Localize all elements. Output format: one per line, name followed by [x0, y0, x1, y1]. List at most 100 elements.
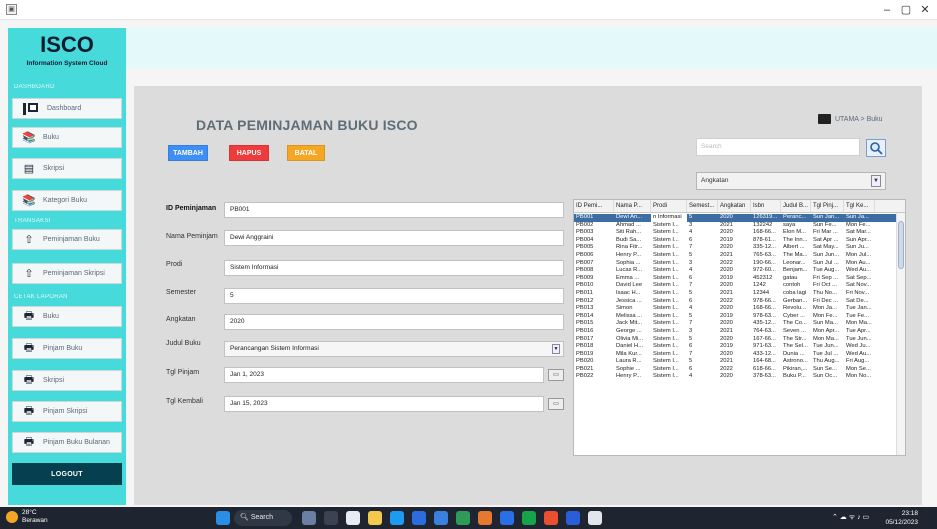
table-cell: Sistem I...: [653, 312, 679, 319]
table-row[interactable]: PB017 Olivia Mi... Sistem I... 5 2020 167-66.…: [574, 336, 898, 344]
table-row[interactable]: PB001 Dewi An... n Informasi 5 2020 126319...…: [574, 214, 898, 222]
table-row[interactable]: PB015 Jack Mit... Sistem I... 7 2020 435-12..…: [574, 320, 898, 328]
spotify-icon[interactable]: [522, 511, 536, 525]
batal-button[interactable]: BATAL: [287, 145, 325, 161]
maximize-button[interactable]: ▢: [899, 3, 913, 17]
word-icon[interactable]: [566, 511, 580, 525]
table-cell: PB019: [576, 350, 594, 357]
table-row[interactable]: PB014 Melissa ... Sistem I... 5 2019 978-63..…: [574, 313, 898, 321]
angkatan-field[interactable]: 2020: [224, 314, 564, 330]
minimize-button[interactable]: –: [880, 3, 894, 17]
table-cell: PB001: [576, 214, 594, 220]
table-row[interactable]: PB010 David Lee Sistem I... 7 2020 1242 contoh…: [574, 282, 898, 290]
table-row[interactable]: PB020 Laura R... Sistem I... 5 2021 164-68...…: [574, 358, 898, 366]
table-scrollbar[interactable]: [896, 213, 905, 455]
sidebar-item-cetak-pinjam-buku-bulanan[interactable]: 🖶 Pinjam Buku Bulanan: [12, 432, 122, 453]
store-icon[interactable]: [412, 511, 426, 525]
table-column-header[interactable]: Judul B...: [781, 200, 811, 212]
hapus-button[interactable]: HAPUS: [229, 145, 269, 161]
sidebar-item-kategori-buku[interactable]: 📚 Kategori Buku: [12, 190, 122, 211]
sidebar-item-dashboard[interactable]: Dashboard: [12, 98, 122, 119]
file-explorer-icon[interactable]: [368, 511, 382, 525]
taskbar-search-label: Search: [250, 514, 274, 521]
table-cell: 2022: [720, 365, 733, 372]
sidebar-item-peminjaman-buku[interactable]: ⇧ Peminjaman Buku: [12, 229, 122, 250]
table-row[interactable]: PB013 Simon Sistem I... 4 2020 168-66... Revol…: [574, 305, 898, 313]
close-button[interactable]: ✕: [918, 3, 932, 17]
table-row[interactable]: PB021 Sophie ... Sistem I... 6 2022 618-66...…: [574, 366, 898, 374]
table-row[interactable]: PB008 Lucas R... Sistem I... 4 2020 972-60...…: [574, 267, 898, 275]
table-row[interactable]: PB005 Rina Fitr... Sistem I... 7 2020 335-12.…: [574, 244, 898, 252]
sidebar-item-cetak-buku[interactable]: 🖶 Buku: [12, 306, 122, 327]
taskbar-search[interactable]: 🔍︎ Search: [234, 510, 292, 526]
table-row[interactable]: PB016 George ... Sistem I... 3 2021 764-63...…: [574, 328, 898, 336]
table-column-header[interactable]: Tgl Pinj...: [811, 200, 844, 212]
peminjaman-table[interactable]: ID Pemi... Nama P... Prodi Semest... Angkata…: [573, 199, 906, 456]
table-cell: PB006: [576, 251, 594, 258]
photos-icon[interactable]: [434, 511, 448, 525]
weather-widget[interactable]: 28°C Berawan: [6, 509, 48, 525]
chat-icon[interactable]: [346, 511, 360, 525]
table-cell: Elon M...: [783, 229, 806, 236]
tambah-button[interactable]: TAMBAH: [168, 145, 208, 161]
table-row[interactable]: PB011 Isaac H... Sistem I... 5 2021 12344 coba…: [574, 290, 898, 298]
netbeans-icon[interactable]: [544, 511, 558, 525]
logout-button[interactable]: LOGOUT: [12, 463, 122, 485]
table-column-header[interactable]: Semest...: [687, 200, 718, 212]
prodi-field[interactable]: Sistem Informasi: [224, 260, 564, 276]
clock[interactable]: 23:18 05/12/2023: [874, 509, 918, 527]
sidebar-item-buku[interactable]: 📚 Buku: [12, 127, 122, 148]
table-row[interactable]: PB003 Siti Rah... Sistem I... 4 2020 168-66..…: [574, 229, 898, 237]
java-app-icon[interactable]: [588, 511, 602, 525]
table-column-header[interactable]: Tgl Ke...: [844, 200, 875, 212]
table-column-header[interactable]: Angkatan: [718, 200, 751, 212]
table-row[interactable]: PB018 Daniel H... Sistem I... 6 2019 971-63..…: [574, 343, 898, 351]
table-row[interactable]: PB004 Budi Sa... Sistem I... 6 2019 878-61...…: [574, 237, 898, 245]
sidebar-item-cetak-skripsi[interactable]: 🖶 Skripsi: [12, 370, 122, 391]
table-row[interactable]: PB002 Ahmad ... Sistem I... 3 2021 132242 saya…: [574, 222, 898, 230]
filter-select[interactable]: Angkatan ▼: [696, 172, 886, 190]
judul-select[interactable]: Perancangan Sistem Informasi ▼: [224, 341, 564, 357]
vscode-icon[interactable]: [500, 511, 514, 525]
semester-field[interactable]: 5: [224, 288, 564, 304]
table-column-header[interactable]: Isbn: [751, 200, 781, 212]
edge-icon[interactable]: [390, 511, 404, 525]
system-tray[interactable]: ⌃ ☁ ᯤ ♪ ▭: [832, 513, 869, 522]
widgets-icon[interactable]: [302, 511, 316, 525]
calendar-icon[interactable]: ▭: [548, 398, 564, 410]
sidebar-item-skripsi[interactable]: ▤ Skripsi: [12, 158, 122, 179]
calendar-icon[interactable]: ▭: [548, 369, 564, 381]
table-row[interactable]: PB006 Henry P... Sistem I... 5 2021 765-63...…: [574, 252, 898, 260]
chrome-icon[interactable]: [478, 511, 492, 525]
table-cell: Sistem I...: [653, 274, 679, 281]
search-input[interactable]: Search: [696, 138, 860, 156]
table-column-header[interactable]: ID Pemi...: [574, 200, 614, 212]
sidebar-item-cetak-pinjam-buku[interactable]: 🖶 Pinjam Buku: [12, 338, 122, 359]
table-column-header[interactable]: Prodi: [651, 200, 687, 212]
tgl-pinjam-field[interactable]: Jan 1, 2023: [224, 367, 544, 383]
table-cell: 168-66...: [753, 229, 776, 236]
search-button[interactable]: [866, 139, 886, 157]
table-cell: Wed Au...: [846, 267, 872, 274]
table-cell: PB017: [576, 335, 594, 342]
table-row[interactable]: PB012 Jessica ... Sistem I... 6 2022 978-66..…: [574, 298, 898, 306]
table-cell: coba lagi: [783, 289, 807, 296]
table-cell: Tue Jan...: [846, 305, 872, 312]
table-cell: Sistem I...: [653, 289, 679, 296]
table-row[interactable]: PB019 Mila Kur... Sistem I... 7 2020 433-12..…: [574, 351, 898, 359]
table-row[interactable]: PB022 Henry P... Sistem I... 4 2020 378-63...…: [574, 373, 898, 381]
scrollbar-thumb[interactable]: [898, 221, 904, 269]
nama-field[interactable]: Dewi Anggraini: [224, 230, 564, 246]
calendar-app-icon[interactable]: [456, 511, 470, 525]
table-cell: Sophie ...: [616, 365, 641, 372]
table-column-header[interactable]: Nama P...: [614, 200, 651, 212]
table-row[interactable]: PB009 Emma ... Sistem I... 6 2019 452312 gatau…: [574, 275, 898, 283]
table-row[interactable]: PB007 Sophia ... Sistem I... 3 2022 190-66...…: [574, 260, 898, 268]
task-view-icon[interactable]: [324, 511, 338, 525]
chevron-down-icon: ▼: [552, 344, 560, 354]
sidebar-item-peminjaman-skripsi[interactable]: ⇧ Peminjaman Skripsi: [12, 263, 122, 284]
start-icon[interactable]: [216, 511, 230, 525]
id-field[interactable]: PB001: [224, 202, 564, 218]
sidebar-item-cetak-pinjam-skripsi[interactable]: 🖶 Pinjam Skripsi: [12, 401, 122, 422]
tgl-kembali-field[interactable]: Jan 15, 2023: [224, 396, 544, 412]
